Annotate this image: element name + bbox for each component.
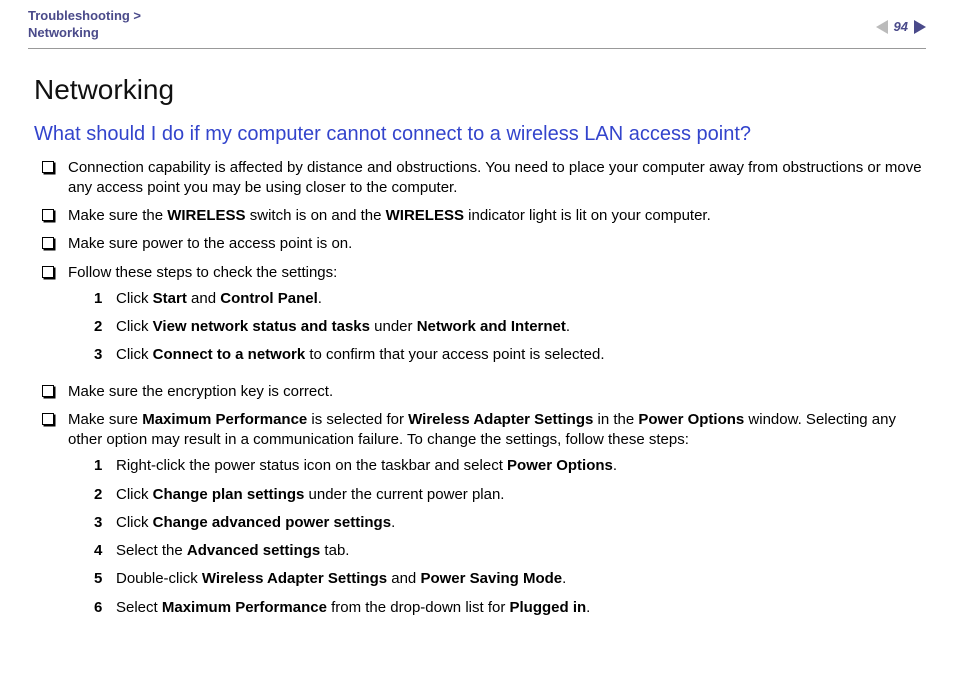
bullet-item: Make sure power to the access point is o… bbox=[42, 234, 926, 254]
content-area: Networking What should I do if my comput… bbox=[28, 71, 926, 626]
checkbox-bullet-icon bbox=[42, 237, 54, 249]
page-number: 94 bbox=[894, 18, 908, 36]
step-item: Double-click Wireless Adapter Settings a… bbox=[94, 569, 926, 589]
bullet-item: Make sure the WIRELESS switch is on and … bbox=[42, 206, 926, 226]
checkbox-bullet-icon bbox=[42, 209, 54, 221]
bullet-body: Connection capability is affected by dis… bbox=[68, 158, 926, 199]
document-page: Troubleshooting > Networking 94 Networki… bbox=[0, 0, 954, 674]
breadcrumb-parent: Troubleshooting > bbox=[28, 8, 141, 25]
section-title: Networking bbox=[34, 71, 926, 109]
bullet-body: Make sure the WIRELESS switch is on and … bbox=[68, 206, 926, 226]
bullet-text: Connection capability is affected by dis… bbox=[68, 158, 926, 199]
step-item: Click Change advanced power settings. bbox=[94, 513, 926, 533]
step-item: Right-click the power status icon on the… bbox=[94, 456, 926, 476]
prev-page-arrow-icon[interactable] bbox=[876, 20, 888, 34]
step-item: Click Connect to a network to confirm th… bbox=[94, 345, 926, 365]
breadcrumb: Troubleshooting > Networking bbox=[28, 8, 141, 42]
bullet-body: Make sure the encryption key is correct. bbox=[68, 382, 926, 402]
bullet-text: Follow these steps to check the settings… bbox=[68, 263, 926, 283]
step-list: Right-click the power status icon on the… bbox=[94, 456, 926, 618]
bullet-list: Connection capability is affected by dis… bbox=[34, 158, 926, 626]
bullet-text: Make sure the encryption key is correct. bbox=[68, 382, 926, 402]
step-item: Select Maximum Performance from the drop… bbox=[94, 598, 926, 618]
faq-question: What should I do if my computer cannot c… bbox=[34, 121, 926, 148]
bullet-item: Connection capability is affected by dis… bbox=[42, 158, 926, 199]
bullet-text: Make sure power to the access point is o… bbox=[68, 234, 926, 254]
bullet-item: Make sure the encryption key is correct. bbox=[42, 382, 926, 402]
bullet-text: Make sure the WIRELESS switch is on and … bbox=[68, 206, 926, 226]
checkbox-bullet-icon bbox=[42, 413, 54, 425]
step-list: Click Start and Control Panel. Click View… bbox=[94, 289, 926, 366]
step-item: Click Change plan settings under the cur… bbox=[94, 485, 926, 505]
step-item: Click View network status and tasks unde… bbox=[94, 317, 926, 337]
bullet-text: Make sure Maximum Performance is selecte… bbox=[68, 410, 926, 451]
bullet-item: Make sure Maximum Performance is selecte… bbox=[42, 410, 926, 626]
next-page-arrow-icon[interactable] bbox=[914, 20, 926, 34]
breadcrumb-current: Networking bbox=[28, 25, 141, 42]
bullet-body: Follow these steps to check the settings… bbox=[68, 263, 926, 374]
page-nav: 94 bbox=[876, 8, 926, 36]
checkbox-bullet-icon bbox=[42, 161, 54, 173]
bullet-item: Follow these steps to check the settings… bbox=[42, 263, 926, 374]
bullet-body: Make sure power to the access point is o… bbox=[68, 234, 926, 254]
checkbox-bullet-icon bbox=[42, 266, 54, 278]
page-header: Troubleshooting > Networking 94 bbox=[28, 0, 926, 49]
step-item: Click Start and Control Panel. bbox=[94, 289, 926, 309]
step-item: Select the Advanced settings tab. bbox=[94, 541, 926, 561]
checkbox-bullet-icon bbox=[42, 385, 54, 397]
bullet-body: Make sure Maximum Performance is selecte… bbox=[68, 410, 926, 626]
